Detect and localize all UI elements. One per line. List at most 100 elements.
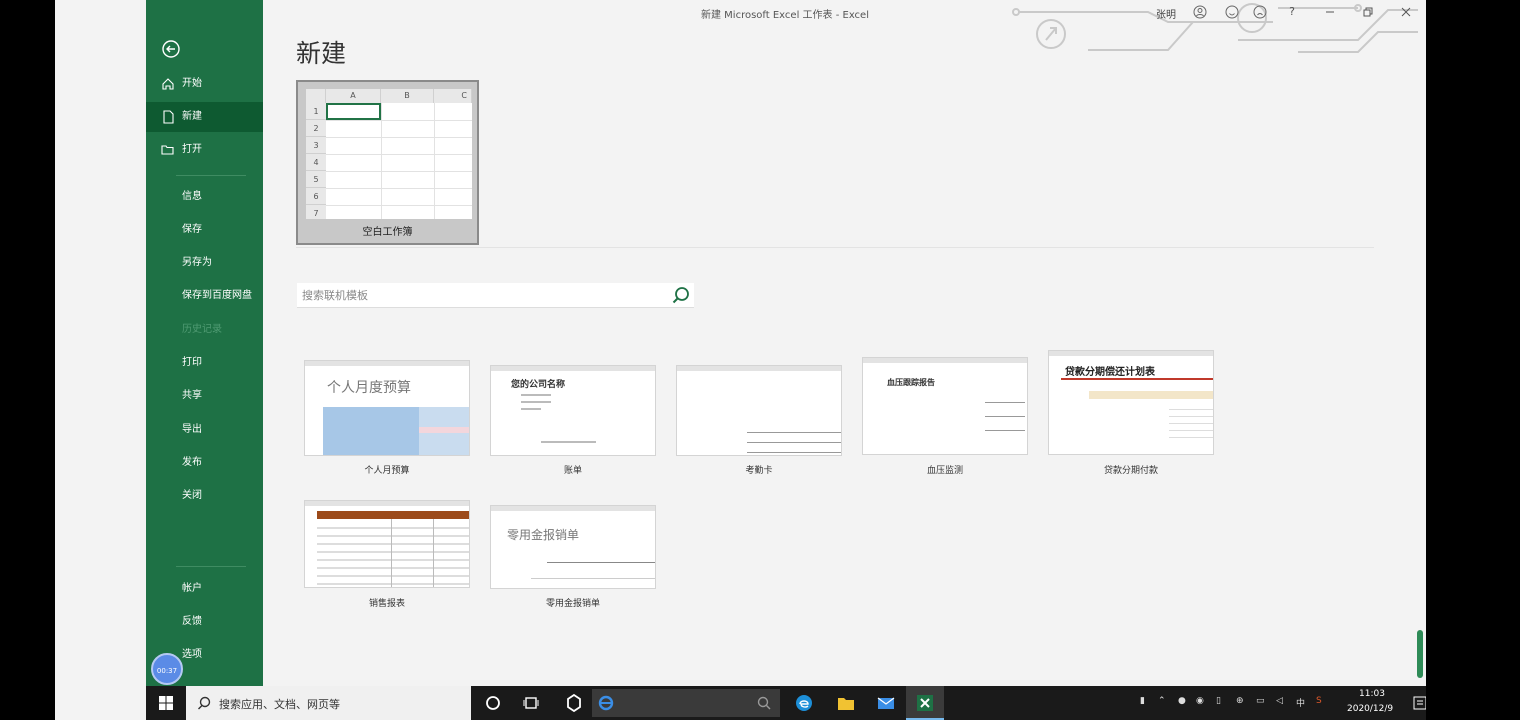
sidebar-item-label: 反馈 — [182, 616, 202, 627]
help-button[interactable]: ? — [1285, 5, 1299, 19]
mail-icon[interactable] — [876, 693, 896, 713]
template-thumbnail: 您的公司名称 — [490, 365, 656, 456]
sidebar-item-new[interactable]: 新建 — [146, 102, 263, 132]
taskbar-search-text: 搜索应用、文档、网页等 — [219, 698, 340, 711]
row-header: 3 — [306, 137, 326, 154]
task-view-icon[interactable] — [521, 693, 541, 713]
corner-header — [306, 89, 326, 103]
close-icon[interactable] — [1399, 5, 1413, 19]
sidebar-item-share[interactable]: 共享 — [146, 381, 263, 411]
taskbar-time[interactable]: 11:03 — [1359, 689, 1385, 699]
blank-workbook-card[interactable]: A B C 1 2 3 4 5 6 7 空白工作簿 — [296, 80, 479, 245]
user-name[interactable]: 张明 — [1156, 6, 1176, 21]
template-preview-title: 个人月度预算 — [327, 380, 411, 396]
tray-battery-icon[interactable]: ▮ — [1140, 696, 1145, 706]
smiley-icon[interactable] — [1225, 5, 1239, 19]
template-label: 血压监测 — [926, 466, 963, 476]
sidebar-item-label: 打印 — [182, 357, 202, 368]
frown-icon[interactable] — [1253, 5, 1267, 19]
sidebar-item-label: 打开 — [182, 144, 202, 155]
template-label: 考勤卡 — [745, 466, 773, 476]
template-search-input[interactable] — [302, 286, 662, 304]
tray-wechat-icon[interactable]: ◉ — [1196, 696, 1204, 706]
page-title: 新建 — [296, 39, 347, 68]
avatar-icon[interactable] — [1193, 5, 1207, 19]
template-thumbnail: 个人月度预算 — [304, 360, 470, 456]
back-arrow-icon[interactable] — [160, 38, 182, 60]
excel-icon — [917, 695, 933, 711]
sidebar-item-publish[interactable]: 发布 — [146, 448, 263, 478]
search-icon[interactable] — [671, 285, 691, 305]
taskbar-date[interactable]: 2020/12/9 — [1347, 704, 1393, 714]
template-thumbnail — [304, 500, 470, 588]
sidebar-item-save[interactable]: 保存 — [146, 215, 263, 245]
selected-cell — [326, 103, 381, 120]
tray-globe-icon[interactable]: ⊕ — [1236, 696, 1244, 706]
file-explorer-icon[interactable] — [836, 693, 856, 713]
sidebar-item-save-to-baidu[interactable]: 保存到百度网盘 — [146, 281, 263, 311]
sidebar-item-account[interactable]: 帐户 — [146, 574, 263, 604]
tray-mic-icon[interactable]: ▯ — [1216, 696, 1221, 706]
template-preview-title: 血压跟踪报告 — [887, 378, 935, 387]
sogou-ime-icon[interactable]: S — [1316, 696, 1322, 706]
template-invoice[interactable]: 您的公司名称 账单 — [490, 360, 656, 480]
sidebar-item-save-as[interactable]: 另存为 — [146, 248, 263, 278]
divider — [296, 247, 1374, 248]
template-personal-budget[interactable]: 个人月度预算 个人月预算 — [304, 360, 470, 480]
template-preview-title: 贷款分期偿还计划表 — [1065, 367, 1155, 378]
taskbar-search-box[interactable]: 搜索应用、文档、网页等 — [186, 686, 471, 720]
browser-address-box[interactable] — [592, 689, 780, 717]
sidebar-item-label: 信息 — [182, 191, 202, 202]
template-blood-pressure[interactable]: 血压跟踪报告 血压监测 — [862, 357, 1028, 477]
sidebar-divider — [176, 175, 246, 176]
template-label: 零用金报销单 — [545, 599, 600, 609]
search-icon — [198, 696, 211, 710]
sidebar-item-label: 帐户 — [182, 583, 202, 594]
sidebar-item-print[interactable]: 打印 — [146, 348, 263, 378]
template-thumbnail: 零用金报销单 — [490, 505, 656, 589]
sidebar-item-close[interactable]: 关闭 — [146, 481, 263, 511]
ime-indicator[interactable]: 中 — [1296, 696, 1305, 709]
cortana-icon[interactable] — [483, 693, 503, 713]
tray-network-icon[interactable]: ▭ — [1256, 696, 1265, 706]
sidebar-item-feedback[interactable]: 反馈 — [146, 607, 263, 637]
blank-workbook-preview: A B C 1 2 3 4 5 6 7 — [306, 89, 472, 219]
excel-taskbar-button[interactable] — [906, 686, 944, 720]
template-label: 贷款分期付款 — [1103, 466, 1158, 476]
sidebar-divider — [176, 566, 246, 567]
restore-icon[interactable] — [1361, 5, 1375, 19]
template-loan-amortization[interactable]: 贷款分期偿还计划表 贷款分期付款 — [1048, 350, 1214, 477]
template-sales-report[interactable]: 销售报表 — [304, 500, 470, 612]
tray-volume-icon[interactable]: ◁ — [1276, 696, 1283, 706]
template-petty-cash[interactable]: 零用金报销单 零用金报销单 — [490, 505, 656, 612]
sidebar-item-history: 历史记录 — [146, 315, 263, 345]
sidebar-item-open[interactable]: 打开 — [146, 135, 263, 165]
windows-taskbar: 搜索应用、文档、网页等 ▮ ⌃ ● ◉ ▯ ⊕ ▭ ◁ 中 S 11:03 20… — [146, 686, 1426, 720]
scrollbar-thumb[interactable] — [1417, 630, 1423, 678]
column-header: B — [381, 89, 434, 103]
sidebar-item-label: 保存到百度网盘 — [182, 290, 252, 301]
sidebar-item-label: 导出 — [182, 424, 202, 435]
sidebar-item-home[interactable]: 开始 — [146, 69, 263, 99]
app-icon[interactable] — [564, 693, 584, 713]
template-preview-title: 您的公司名称 — [511, 380, 566, 390]
window-title: 新建 Microsoft Excel 工作表 - Excel — [701, 10, 869, 21]
recording-timer[interactable]: 00:37 — [151, 653, 183, 685]
tray-bell-icon[interactable]: ● — [1178, 696, 1186, 706]
edge-icon[interactable] — [794, 693, 814, 713]
windows-start-icon[interactable] — [156, 693, 176, 713]
tray-arrow-icon[interactable]: ⌃ — [1158, 696, 1166, 706]
column-header: C — [434, 89, 472, 103]
row-header: 7 — [306, 205, 326, 219]
template-timecard[interactable]: 考勤卡 — [676, 360, 842, 480]
sidebar-item-export[interactable]: 导出 — [146, 415, 263, 445]
sidebar-item-info[interactable]: 信息 — [146, 182, 263, 212]
sidebar-item-label: 新建 — [182, 111, 202, 122]
sidebar-item-label: 发布 — [182, 457, 202, 468]
template-label: 账单 — [563, 466, 582, 476]
notes-icon[interactable] — [1410, 693, 1426, 713]
backstage-sidebar: 开始 新建 打开 信息 保存 另存为 保存到百度网盘 历史记录 打印 共享 导出… — [146, 0, 263, 686]
minimize-icon[interactable] — [1323, 5, 1337, 19]
ie-icon — [598, 695, 614, 711]
title-bar: 新建 Microsoft Excel 工作表 - Excel 张明 ? — [263, 0, 1426, 53]
